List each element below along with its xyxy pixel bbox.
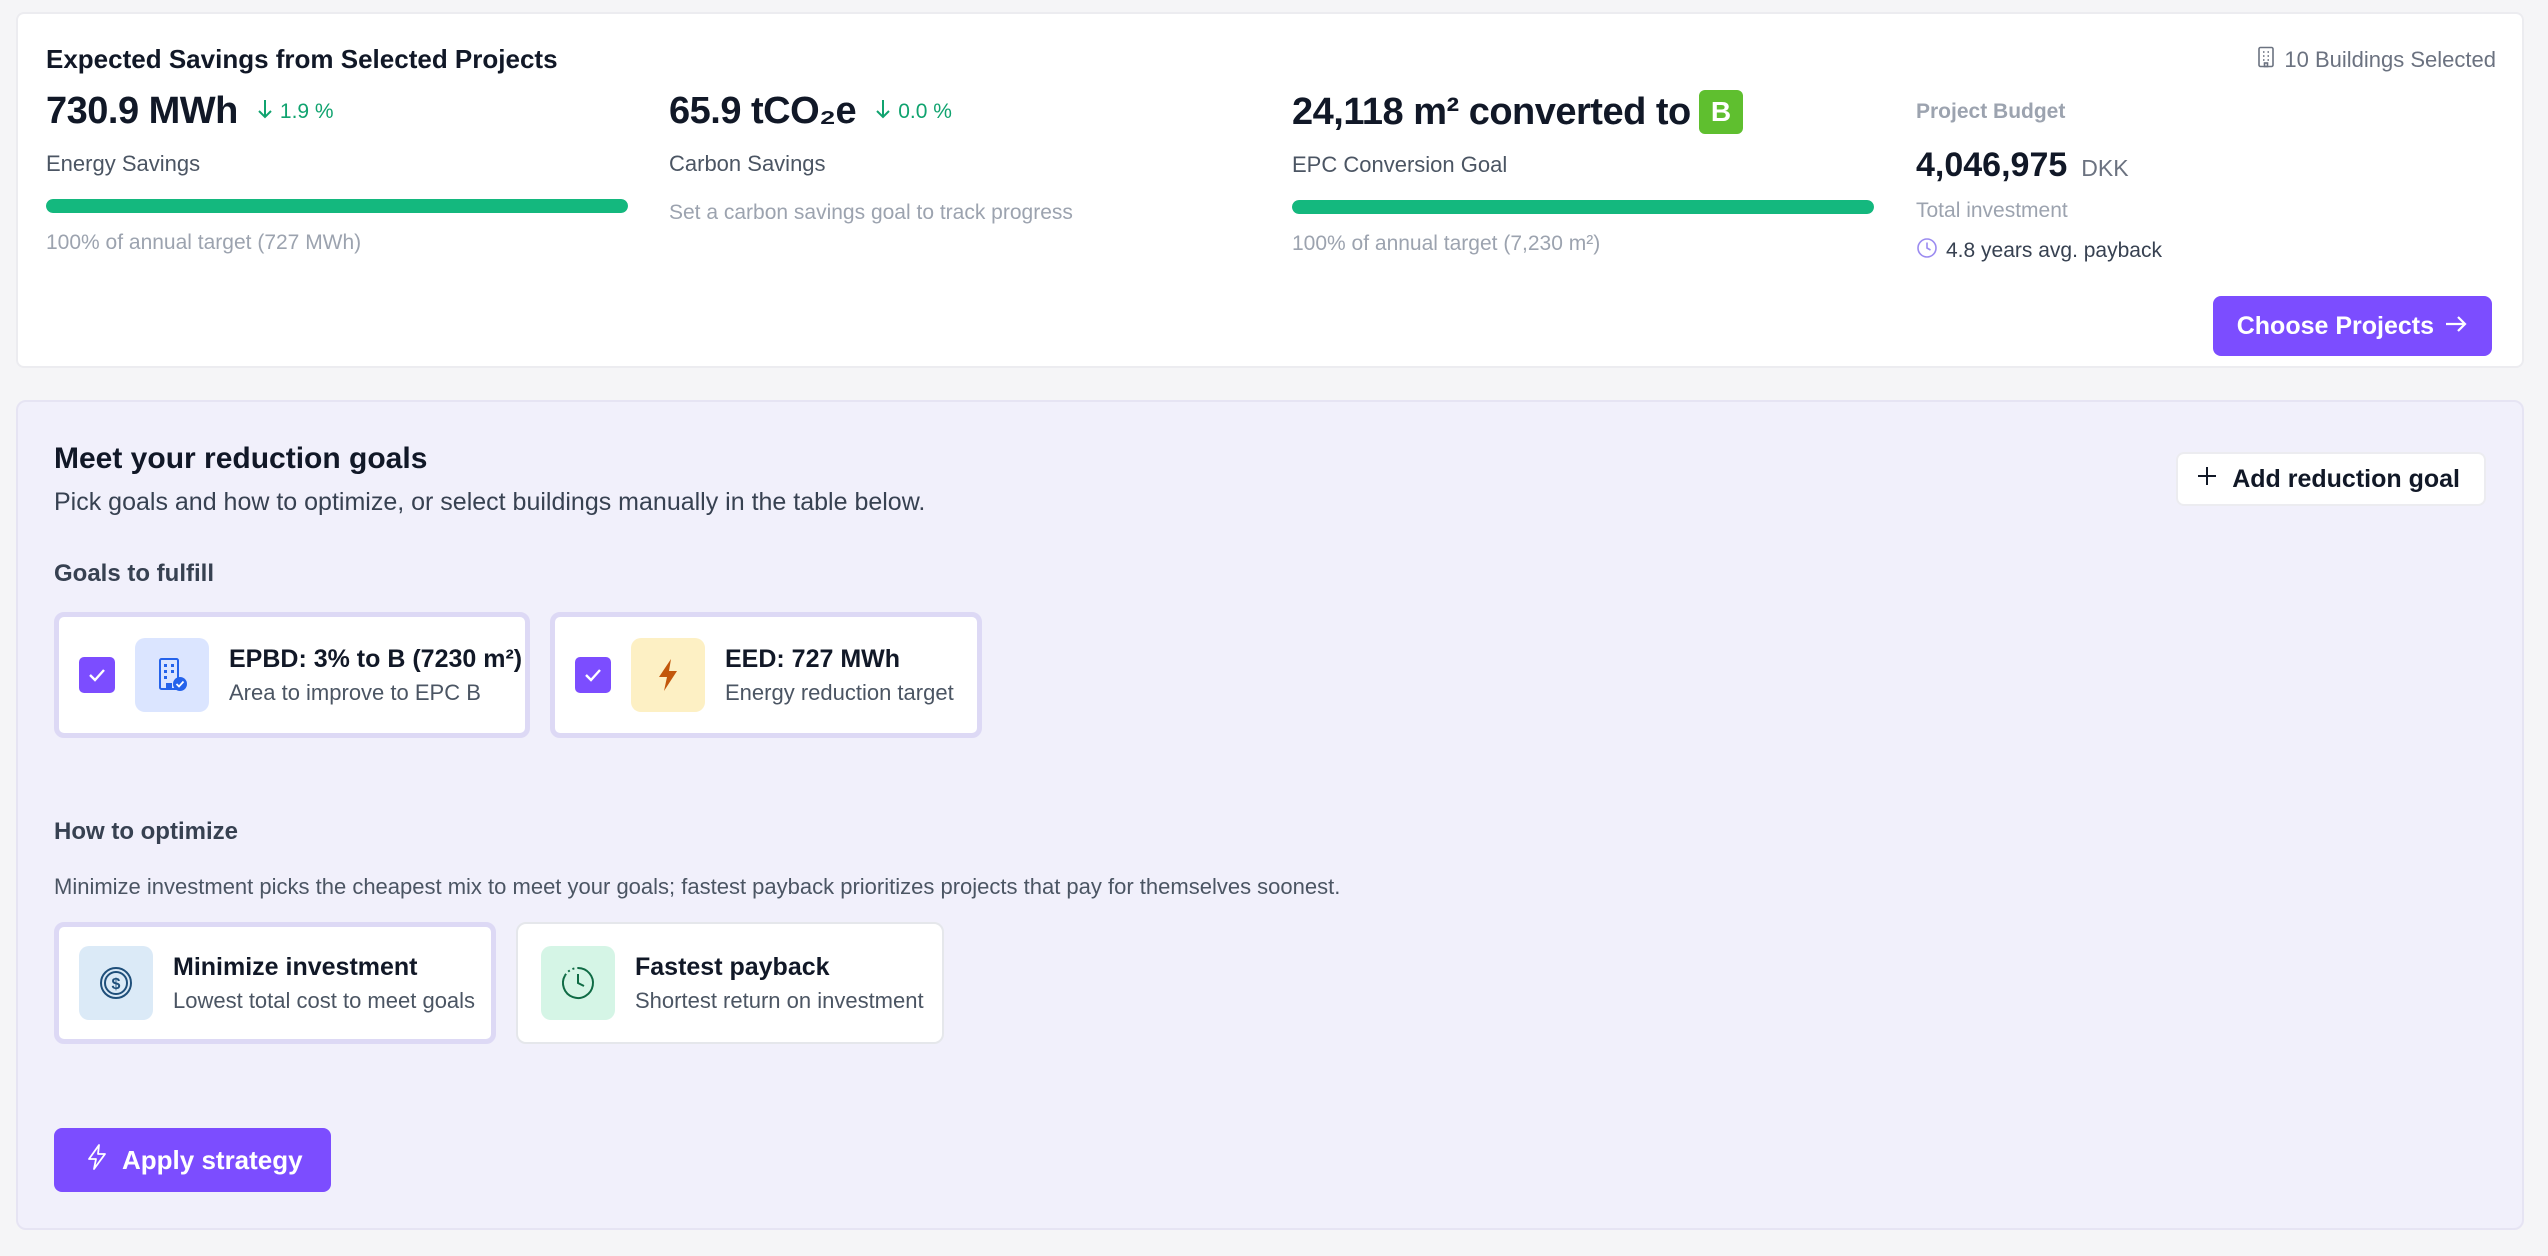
goal-subtitle: Area to improve to EPC B — [229, 679, 481, 705]
energy-delta-value: 1.9 % — [279, 99, 334, 123]
building-icon — [2256, 46, 2276, 74]
svg-text:$: $ — [112, 976, 121, 993]
check-icon — [585, 669, 601, 682]
goal-card-eed[interactable]: EED: 727 MWh Energy reduction target — [550, 612, 982, 738]
energy-progress-bar — [46, 199, 628, 213]
project-budget-label: Project Budget — [1916, 100, 2066, 123]
option-minimize-investment[interactable]: $ Minimize investment Lowest total cost … — [54, 922, 496, 1044]
payback-info: 4.8 years avg. payback — [1916, 237, 2162, 265]
building-check-icon — [135, 638, 209, 712]
dollar-circle-icon: $ — [79, 946, 153, 1020]
optimize-description: Minimize investment picks the cheapest m… — [54, 874, 1341, 899]
budget-amount: 4,046,975 — [1916, 146, 2068, 184]
reduction-goals-panel: Meet your reduction goals Pick goals and… — [16, 400, 2524, 1230]
goal-subtitle: Energy reduction target — [725, 679, 954, 705]
plus-icon — [2196, 465, 2218, 494]
carbon-savings-metric: 65.9 tCO₂e 0.0 % Carbon Savings Set a ca… — [669, 90, 1251, 225]
clock-icon — [541, 946, 615, 1020]
option-subtitle: Shortest return on investment — [635, 987, 924, 1013]
buildings-selected-indicator: 10 Buildings Selected — [2256, 46, 2496, 74]
choose-projects-label: Choose Projects — [2236, 311, 2434, 340]
budget-currency: DKK — [2081, 155, 2129, 181]
option-subtitle: Lowest total cost to meet goals — [173, 987, 476, 1013]
carbon-goal-hint: Set a carbon savings goal to track progr… — [669, 201, 1073, 224]
option-fastest-payback[interactable]: Fastest payback Shortest return on inves… — [516, 922, 944, 1044]
add-reduction-goal-button[interactable]: Add reduction goal — [2176, 452, 2486, 506]
arrow-down-icon — [874, 98, 892, 126]
epc-progress-bar — [1292, 200, 1874, 214]
epc-progress-fill — [1292, 200, 1874, 214]
energy-delta: 1.9 % — [256, 98, 334, 126]
carbon-savings-label: Carbon Savings — [669, 151, 826, 176]
energy-savings-value: 730.9 MWh — [46, 90, 238, 132]
epc-conversion-value: 24,118 m² converted to — [1292, 90, 1691, 133]
check-icon — [89, 669, 105, 682]
lightning-icon — [86, 1143, 108, 1178]
energy-progress-fill — [46, 199, 628, 213]
goals-description: Pick goals and how to optimize, or selec… — [54, 488, 926, 516]
epc-target-footnote: 100% of annual target (7,230 m²) — [1292, 232, 1601, 255]
energy-savings-label: Energy Savings — [46, 151, 201, 176]
savings-summary-card: Expected Savings from Selected Projects … — [16, 12, 2524, 368]
clock-icon — [1916, 237, 1938, 265]
add-reduction-goal-label: Add reduction goal — [2232, 464, 2460, 493]
epc-conversion-label: EPC Conversion Goal — [1292, 152, 1508, 177]
payback-text: 4.8 years avg. payback — [1946, 239, 2162, 262]
goals-to-fulfill-label: Goals to fulfill — [54, 560, 214, 587]
goals-title: Meet your reduction goals — [54, 442, 428, 475]
goal-checkbox[interactable] — [575, 657, 611, 693]
energy-savings-metric: 730.9 MWh 1.9 % Energy Savings 100% of a… — [46, 90, 628, 255]
arrow-right-icon — [2444, 312, 2468, 341]
option-name: Fastest payback — [635, 952, 830, 981]
goal-checkbox[interactable] — [79, 657, 115, 693]
total-investment-label: Total investment — [1916, 199, 2068, 222]
apply-strategy-button[interactable]: Apply strategy — [54, 1128, 331, 1192]
energy-target-footnote: 100% of annual target (727 MWh) — [46, 231, 362, 254]
arrow-down-icon — [256, 98, 274, 126]
apply-strategy-label: Apply strategy — [122, 1144, 303, 1175]
goal-card-epbd[interactable]: EPBD: 3% to B (7230 m²) Area to improve … — [54, 612, 530, 738]
carbon-savings-value: 65.9 tCO₂e — [669, 90, 857, 132]
project-budget: Project Budget 4,046,975 DKK Total inves… — [1916, 100, 2162, 265]
savings-title: Expected Savings from Selected Projects — [46, 44, 558, 74]
carbon-delta: 0.0 % — [874, 98, 952, 126]
carbon-delta-value: 0.0 % — [898, 99, 952, 123]
goal-name: EED: 727 MWh — [725, 644, 901, 673]
choose-projects-button[interactable]: Choose Projects — [2212, 296, 2492, 356]
buildings-selected-text: 10 Buildings Selected — [2284, 47, 2496, 72]
epc-conversion-metric: 24,118 m² converted to B EPC Conversion … — [1292, 90, 1874, 256]
epc-class-badge: B — [1698, 90, 1743, 134]
goal-name: EPBD: 3% to B (7230 m²) — [229, 644, 523, 673]
option-name: Minimize investment — [173, 952, 418, 981]
lightning-icon — [631, 638, 705, 712]
how-to-optimize-label: How to optimize — [54, 818, 238, 845]
